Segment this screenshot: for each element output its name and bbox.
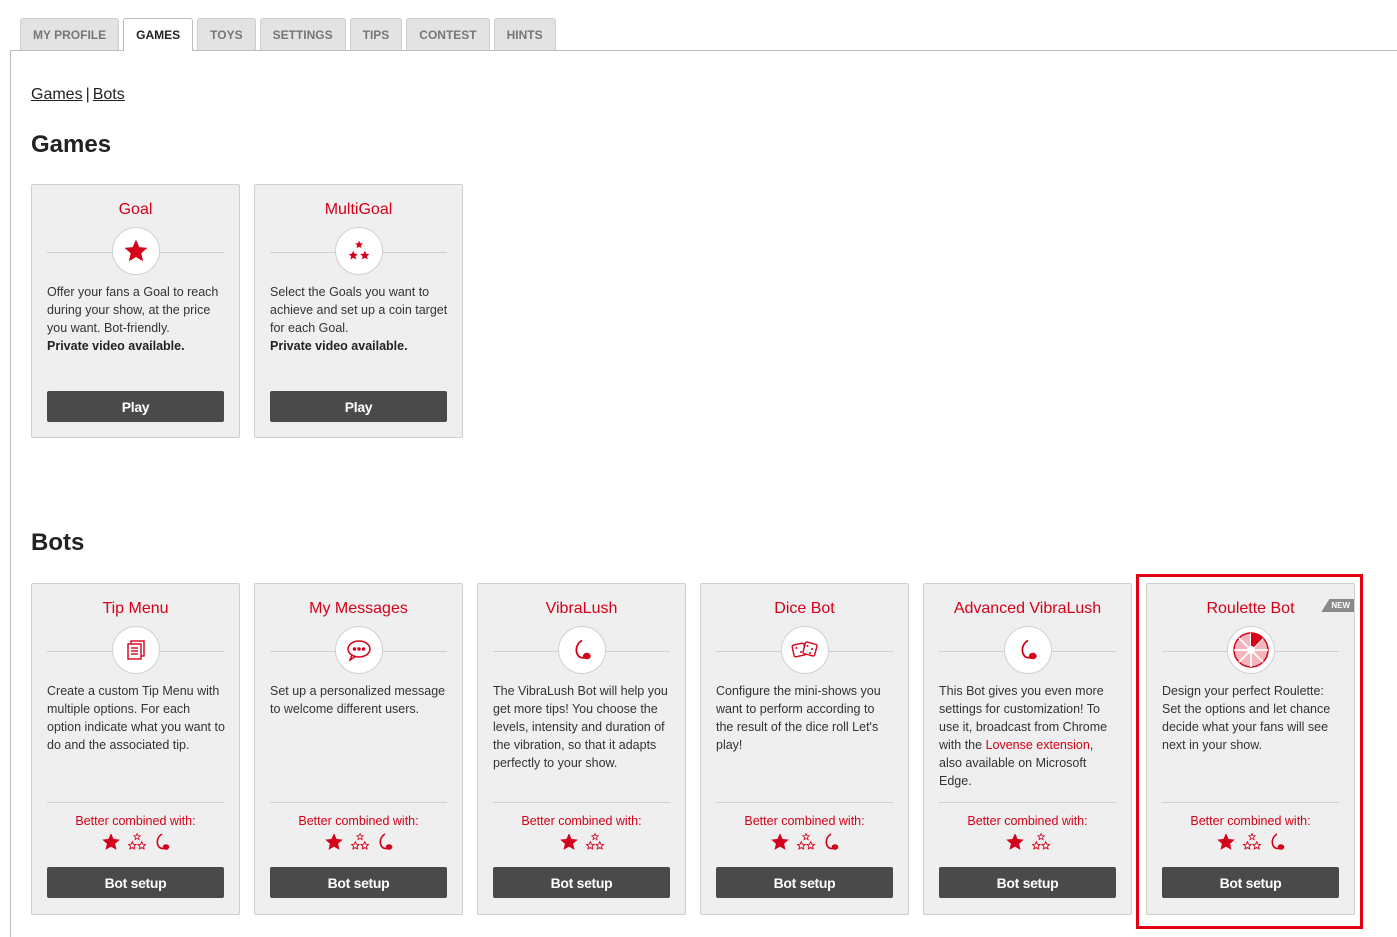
multi-star-icon <box>335 227 383 275</box>
dice-bot-setup-button[interactable]: Bot setup <box>716 867 893 898</box>
private-video-note: Private video available. <box>47 339 185 353</box>
combined-icons <box>32 832 239 852</box>
tab-my-profile[interactable]: MY PROFILE <box>20 18 120 50</box>
top-tab-bar: MY PROFILE GAMES TOYS SETTINGS TIPS CONT… <box>20 18 556 51</box>
card-title: Roulette Bot <box>1206 600 1295 617</box>
multi-star-icon <box>1241 833 1262 850</box>
card-description: Configure the mini-shows you want to per… <box>716 684 881 752</box>
card-title: My Messages <box>309 600 408 617</box>
card-divider <box>939 802 1116 803</box>
multi-star-icon <box>795 833 816 850</box>
star-icon <box>559 833 578 850</box>
bot-card-tip-menu: Tip Menu Create a custom Tip Menu with m… <box>31 583 240 915</box>
card-description: Design your perfect Roulette: Set the op… <box>1162 684 1331 752</box>
bots-section-title: Bots <box>31 529 85 556</box>
breadcrumb-bots-link[interactable]: Bots <box>93 86 125 103</box>
tab-tips[interactable]: TIPS <box>349 18 403 50</box>
vibralush-setup-button[interactable]: Bot setup <box>493 867 670 898</box>
multi-star-icon <box>349 833 370 850</box>
star-icon <box>112 227 160 275</box>
bot-card-vibralush: VibraLush The VibraLush Bot will help yo… <box>477 583 686 915</box>
bot-card-roulette-bot: NEW Roulette Bot Design your perfect Rou… <box>1146 583 1355 915</box>
lush-toy-icon <box>156 833 169 850</box>
better-combined-label: Better combined with: <box>1190 814 1311 828</box>
card-divider <box>1162 802 1339 803</box>
game-card-multigoal: MultiGoal Select the Goals you want to a… <box>254 184 463 438</box>
card-description: This Bot gives you even more settings fo… <box>939 684 1108 788</box>
card-title: Tip Menu <box>102 600 169 617</box>
bot-card-my-messages: My Messages Set up a personalized messag… <box>254 583 463 915</box>
tip-menu-setup-button[interactable]: Bot setup <box>47 867 224 898</box>
better-combined-label: Better combined with: <box>744 814 865 828</box>
play-multigoal-button[interactable]: Play <box>270 391 447 422</box>
card-description: Select the Goals you want to achieve and… <box>270 285 448 353</box>
combined-icons <box>478 832 685 852</box>
breadcrumb: Games | Bots <box>31 86 125 104</box>
card-divider <box>493 802 670 803</box>
roulette-bot-setup-button[interactable]: Bot setup <box>1162 867 1339 898</box>
star-icon <box>101 833 120 850</box>
card-title: Goal <box>118 201 153 218</box>
play-goal-button[interactable]: Play <box>47 391 224 422</box>
card-divider <box>270 802 447 803</box>
games-section-title: Games <box>31 131 112 158</box>
multi-star-icon <box>584 833 605 850</box>
content-border <box>10 50 11 937</box>
dice-icon <box>781 626 829 674</box>
card-title: Advanced VibraLush <box>953 600 1102 617</box>
breadcrumb-games-link[interactable]: Games <box>31 86 83 103</box>
tab-contest[interactable]: CONTEST <box>406 18 490 50</box>
bot-card-advanced-vibralush: Advanced VibraLush This Bot gives you ev… <box>923 583 1132 915</box>
star-icon <box>770 833 789 850</box>
combined-icons <box>924 832 1131 852</box>
card-title: VibraLush <box>545 600 618 617</box>
better-combined-label: Better combined with: <box>967 814 1088 828</box>
card-description: Set up a personalized message to welcome… <box>270 684 446 716</box>
card-divider <box>47 802 224 803</box>
breadcrumb-separator: | <box>85 86 90 103</box>
better-combined-label: Better combined with: <box>75 814 196 828</box>
menu-list-icon <box>112 626 160 674</box>
combined-icons <box>701 832 908 852</box>
card-title: Dice Bot <box>774 600 835 617</box>
multi-star-icon <box>126 833 147 850</box>
card-description: Create a custom Tip Menu with multiple o… <box>47 684 225 752</box>
better-combined-label: Better combined with: <box>521 814 642 828</box>
card-description: Offer your fans a Goal to reach during y… <box>47 285 219 353</box>
star-icon <box>324 833 343 850</box>
card-description: The VibraLush Bot will help you get more… <box>493 684 668 770</box>
bot-card-dice-bot: Dice Bot Configure the mini-shows you wa… <box>700 583 909 915</box>
lush-toy-icon <box>825 833 838 850</box>
advanced-vibralush-setup-button[interactable]: Bot setup <box>939 867 1116 898</box>
lush-toy-icon <box>379 833 392 850</box>
my-messages-setup-button[interactable]: Bot setup <box>270 867 447 898</box>
star-icon <box>1005 833 1024 850</box>
star-icon <box>1216 833 1235 850</box>
card-divider <box>716 802 893 803</box>
tab-settings[interactable]: SETTINGS <box>259 18 346 50</box>
roulette-wheel-icon <box>1227 626 1275 674</box>
combined-icons <box>255 832 462 852</box>
card-title: MultiGoal <box>324 201 393 218</box>
combined-icons <box>1147 832 1354 852</box>
lush-toy-icon <box>1004 626 1052 674</box>
game-card-goal: Goal Offer your fans a Goal to reach dur… <box>31 184 240 438</box>
multi-star-icon <box>1030 833 1051 850</box>
tab-divider <box>10 50 1397 51</box>
tab-games[interactable]: GAMES <box>123 18 194 51</box>
tab-toys[interactable]: TOYS <box>197 18 256 50</box>
chat-bubble-icon <box>335 626 383 674</box>
private-video-note: Private video available. <box>270 339 408 353</box>
better-combined-label: Better combined with: <box>298 814 419 828</box>
lovense-extension-link[interactable]: Lovense extension <box>986 738 1090 752</box>
lush-toy-icon <box>558 626 606 674</box>
lush-toy-icon <box>1271 833 1284 850</box>
tab-hints[interactable]: HINTS <box>493 18 556 50</box>
